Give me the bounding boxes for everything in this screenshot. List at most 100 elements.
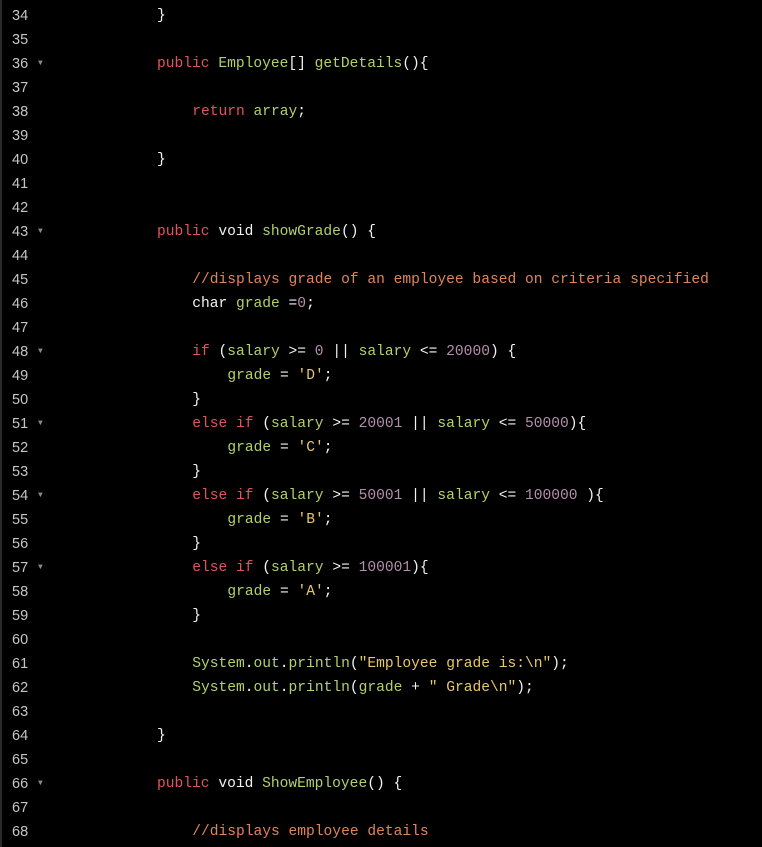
code-line[interactable]: 52 grade = 'C';	[2, 436, 762, 460]
fold-toggle-icon[interactable]: ▼	[38, 52, 43, 76]
code-line[interactable]: 35	[2, 28, 762, 52]
line-number: 38	[12, 104, 29, 120]
code-line[interactable]: 66 ▼ public void ShowEmployee() {	[2, 772, 762, 796]
code-line[interactable]: 40}	[2, 148, 762, 172]
code-line[interactable]: 61 System.out.println("Employee grade is:…	[2, 652, 762, 676]
code-text[interactable]: char grade =0;	[192, 292, 315, 316]
code-line[interactable]: 45 //displays grade of an employee based …	[2, 268, 762, 292]
line-number: 36	[12, 56, 29, 72]
code-text[interactable]: }	[157, 4, 166, 28]
fold-toggle-icon[interactable]: ▼	[38, 556, 43, 580]
code-line[interactable]: 67	[2, 796, 762, 820]
code-line[interactable]: 37	[2, 76, 762, 100]
token-number-literal: 0	[314, 344, 324, 360]
code-line[interactable]: 56}	[2, 532, 762, 556]
code-line[interactable]: 46 char grade =0;	[2, 292, 762, 316]
token-keyword: else	[192, 416, 228, 432]
token-operator: >=	[323, 560, 359, 576]
code-line[interactable]: 53}	[2, 460, 762, 484]
code-text[interactable]: public void showGrade() {	[157, 220, 376, 244]
code-text[interactable]: System.out.println(grade + " Grade\n");	[192, 676, 534, 700]
token-identifier: println	[288, 680, 350, 696]
code-text[interactable]: else if (salary >= 20001 || salary <= 50…	[192, 412, 586, 436]
fold-toggle-icon[interactable]: ▼	[38, 220, 43, 244]
code-editor[interactable]: 34} 35 36 ▼ public Employee[] getDetails(){3…	[0, 0, 762, 847]
code-line[interactable]: 54 ▼ else if (salary >= 50001 || salary <=…	[2, 484, 762, 508]
token-identifier: salary	[437, 416, 490, 432]
code-line[interactable]: 62 System.out.println(grade + " Grade\n")…	[2, 676, 762, 700]
code-text[interactable]: }	[192, 460, 201, 484]
token-punctuation: );	[551, 656, 569, 672]
code-line[interactable]: 36 ▼ public Employee[] getDetails(){	[2, 52, 762, 76]
code-line[interactable]: 57 ▼ else if (salary >= 100001){	[2, 556, 762, 580]
code-line[interactable]: 51 ▼ else if (salary >= 20001 || salary <=…	[2, 412, 762, 436]
token-operator	[227, 296, 236, 312]
code-text[interactable]: else if (salary >= 100001){	[192, 556, 428, 580]
code-line[interactable]: 65	[2, 748, 762, 772]
token-punctuation: ;	[323, 512, 333, 528]
token-punctuation: () {	[340, 224, 376, 240]
token-punctuation: ;	[323, 584, 333, 600]
code-text[interactable]: else if (salary >= 50001 || salary <= 10…	[192, 484, 604, 508]
line-number: 44	[12, 248, 29, 264]
code-text[interactable]: return array;	[192, 100, 306, 124]
code-line[interactable]: 48 ▼ if (salary >= 0 || salary <= 20000) {	[2, 340, 762, 364]
code-text[interactable]: if (salary >= 0 || salary <= 20000) {	[192, 340, 516, 364]
code-text[interactable]: grade = 'B';	[227, 508, 332, 532]
code-text[interactable]: }	[157, 724, 166, 748]
code-line[interactable]: 44	[2, 244, 762, 268]
code-text[interactable]: //displays employee details	[192, 820, 428, 844]
code-line[interactable]: 50}	[2, 388, 762, 412]
code-line[interactable]: 63	[2, 700, 762, 724]
code-text[interactable]: }	[192, 532, 201, 556]
code-line[interactable]: 68 //displays employee details	[2, 820, 762, 844]
line-number: 42	[12, 200, 29, 216]
token-string-literal: "Employee grade is:\n"	[358, 656, 552, 672]
code-line[interactable]: 59}	[2, 604, 762, 628]
token-number-literal: 100000	[525, 488, 578, 504]
token-punctuation: ;	[306, 296, 315, 312]
code-text[interactable]: grade = 'D';	[227, 364, 332, 388]
code-line[interactable]: 64}	[2, 724, 762, 748]
code-text[interactable]: public void ShowEmployee() {	[157, 772, 402, 796]
token-punctuation: );	[516, 680, 534, 696]
code-line[interactable]: 34}	[2, 4, 762, 28]
code-line[interactable]: 49 grade = 'D';	[2, 364, 762, 388]
code-text[interactable]: }	[192, 388, 201, 412]
code-text[interactable]: grade = 'C';	[227, 436, 332, 460]
code-text[interactable]: //displays grade of an employee based on…	[192, 268, 709, 292]
code-line[interactable]: 41	[2, 172, 762, 196]
token-operator	[245, 104, 254, 120]
code-line[interactable]: 43 ▼ public void showGrade() {	[2, 220, 762, 244]
fold-toggle-icon[interactable]: ▼	[38, 484, 43, 508]
code-line[interactable]: 55 grade = 'B';	[2, 508, 762, 532]
token-operator	[210, 224, 219, 240]
code-line[interactable]: 38 return array;	[2, 100, 762, 124]
code-text[interactable]: grade = 'A';	[227, 580, 332, 604]
code-line[interactable]: 42	[2, 196, 762, 220]
code-line[interactable]: 47	[2, 316, 762, 340]
line-number: 62	[12, 680, 29, 696]
code-line[interactable]: 58 grade = 'A';	[2, 580, 762, 604]
line-number: 63	[12, 704, 29, 720]
token-keyword: else	[192, 488, 228, 504]
token-operator: <=	[489, 488, 525, 504]
fold-toggle-icon[interactable]: ▼	[38, 772, 43, 796]
code-text[interactable]: }	[157, 148, 166, 172]
token-operator: (	[253, 416, 272, 432]
token-identifier: ShowEmployee	[262, 776, 368, 792]
code-text[interactable]: }	[192, 604, 201, 628]
line-number: 53	[12, 464, 29, 480]
code-text[interactable]: System.out.println("Employee grade is:\n…	[192, 652, 569, 676]
code-line[interactable]: 39	[2, 124, 762, 148]
fold-toggle-icon[interactable]: ▼	[38, 340, 43, 364]
line-number: 58	[12, 584, 29, 600]
token-identifier: array	[253, 104, 298, 120]
fold-toggle-icon[interactable]: ▼	[38, 412, 43, 436]
code-text[interactable]: public Employee[] getDetails(){	[157, 52, 429, 76]
token-identifier: System	[192, 680, 245, 696]
line-number: 55	[12, 512, 29, 528]
token-punctuation: }	[192, 536, 201, 552]
code-line[interactable]: 60	[2, 628, 762, 652]
line-number: 40	[12, 152, 29, 168]
